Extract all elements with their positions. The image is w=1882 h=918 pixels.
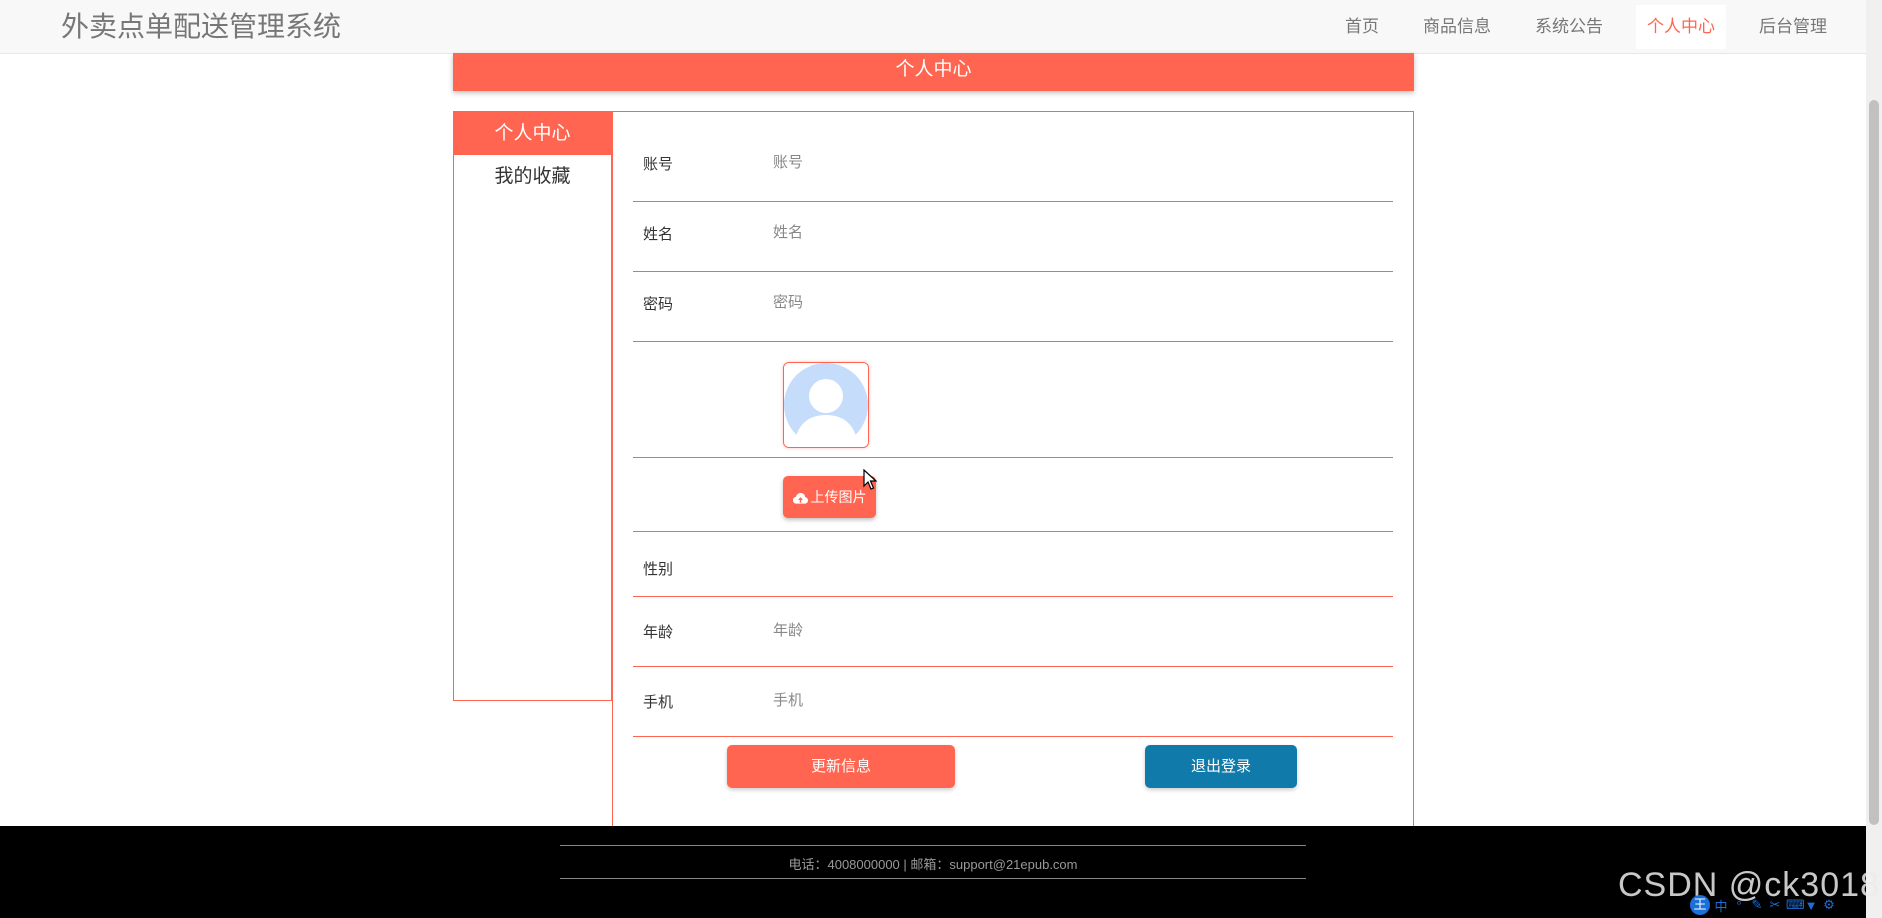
avatar	[783, 362, 869, 448]
name-label: 姓名	[643, 226, 674, 243]
brand-title[interactable]: 外卖点单配送管理系统	[61, 8, 341, 46]
page-scrollbar[interactable]	[1866, 0, 1882, 918]
nav-link-announcements[interactable]: 系统公告	[1524, 5, 1614, 49]
gender-label: 性别	[643, 561, 674, 578]
phone-input[interactable]	[773, 686, 1373, 714]
mouse-cursor-icon	[863, 469, 877, 490]
settings-gear-icon[interactable]: ⚙	[1822, 897, 1836, 913]
phone-label: 手机	[643, 694, 674, 711]
account-label: 账号	[643, 156, 674, 173]
ime-mode-indicator[interactable]: 中	[1714, 896, 1728, 915]
cloud-upload-icon	[792, 492, 808, 504]
update-info-button[interactable]: 更新信息	[727, 745, 955, 788]
keyboard-icon[interactable]: ⌨	[1786, 897, 1805, 913]
footer-divider-top	[560, 845, 1306, 846]
top-navbar: 外卖点单配送管理系统 首页 商品信息 系统公告 个人中心 后台管理	[0, 0, 1866, 54]
side-item-personal-center[interactable]: 个人中心	[454, 112, 611, 155]
footer-divider-bottom	[560, 878, 1306, 879]
nav-link-home[interactable]: 首页	[1334, 5, 1390, 49]
user-avatar-placeholder-icon	[784, 363, 868, 447]
name-input[interactable]	[773, 218, 1373, 246]
password-label: 密码	[643, 296, 674, 313]
side-menu: 个人中心 我的收藏	[453, 111, 612, 701]
ime-toolbar: 王 中 ° ✎ ✂ ⌨ ▼ ⚙	[1690, 894, 1836, 916]
upload-button-label: 上传图片	[810, 489, 867, 505]
footer: 电话：4008000000 | 邮箱：support@21epub.com	[0, 826, 1866, 918]
form-row-gender: 性别	[633, 532, 1393, 597]
form-row-phone: 手机	[633, 667, 1393, 737]
skin-icon[interactable]: ▼	[1804, 898, 1818, 913]
footer-contact: 电话：4008000000 | 邮箱：support@21epub.com	[788, 857, 1078, 872]
profile-form-panel: 账号 姓名 密码 上传图片 性别 年龄	[612, 111, 1414, 832]
age-label: 年龄	[643, 624, 674, 641]
account-input[interactable]	[773, 148, 1373, 176]
page-title: 个人中心	[453, 53, 1414, 91]
form-row-account: 账号	[633, 132, 1393, 202]
form-row-name: 姓名	[633, 202, 1393, 272]
age-input[interactable]	[773, 616, 1373, 644]
nav-links: 首页 商品信息 系统公告 个人中心 后台管理	[1312, 5, 1838, 49]
side-item-favorites[interactable]: 我的收藏	[454, 155, 611, 198]
punctuation-icon[interactable]: °	[1732, 898, 1746, 913]
form-row-upload: 上传图片	[633, 458, 1393, 532]
form-row-password: 密码	[633, 272, 1393, 342]
ime-logo-icon[interactable]: 王	[1690, 895, 1710, 915]
scrollbar-thumb[interactable]	[1869, 100, 1879, 825]
password-input[interactable]	[773, 288, 1373, 316]
form-row-avatar	[633, 342, 1393, 458]
nav-link-personal-center[interactable]: 个人中心	[1636, 5, 1726, 49]
form-row-age: 年龄	[633, 597, 1393, 667]
pen-icon[interactable]: ✎	[1750, 897, 1764, 913]
scissors-icon[interactable]: ✂	[1768, 897, 1782, 913]
nav-link-admin[interactable]: 后台管理	[1748, 5, 1838, 49]
nav-link-products[interactable]: 商品信息	[1412, 5, 1502, 49]
logout-button[interactable]: 退出登录	[1145, 745, 1297, 788]
